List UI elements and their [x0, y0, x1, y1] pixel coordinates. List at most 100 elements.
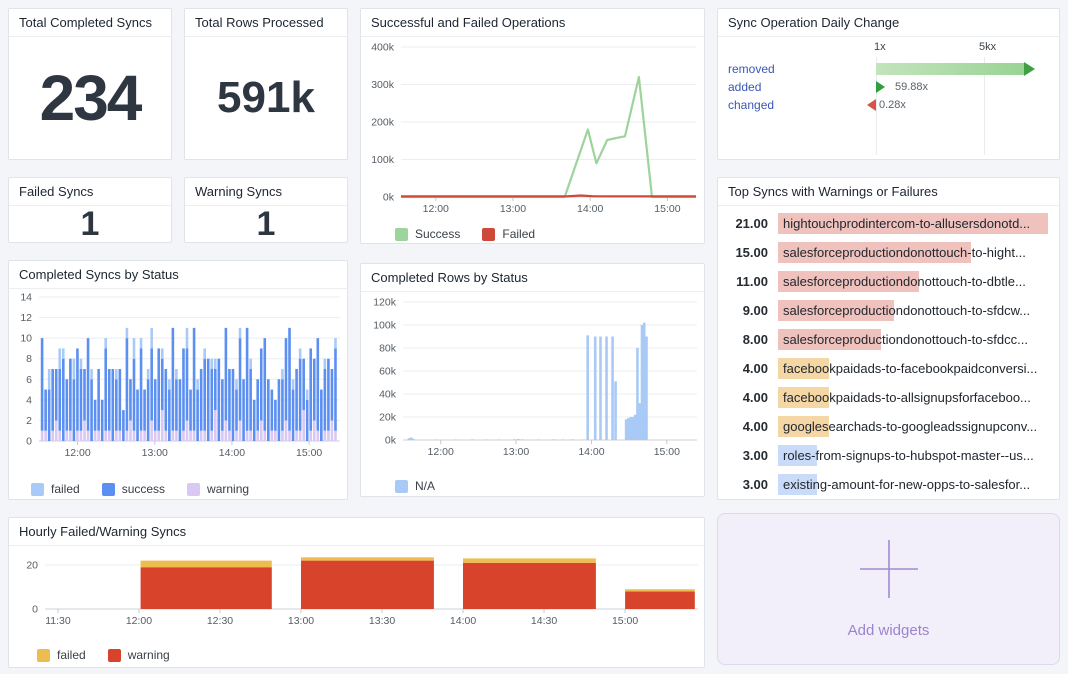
panel-completed-rows-by-status: Completed Rows by Status 0k20k40k60k80k1… — [360, 263, 705, 497]
panel-title[interactable]: Failed Syncs — [9, 178, 171, 206]
svg-text:20k: 20k — [379, 412, 397, 424]
sync-bar-cell: googlesearchads-to-googleadssignupconv..… — [778, 416, 1059, 437]
svg-text:400k: 400k — [371, 42, 395, 54]
syncs-by-status-bar-chart: 0246810121412:0013:0014:0015:00 — [9, 289, 347, 473]
svg-text:15:00: 15:00 — [296, 447, 322, 459]
panel-total-rows-processed: Total Rows Processed 591k — [184, 8, 348, 160]
svg-text:120k: 120k — [373, 297, 397, 309]
legend-swatch — [108, 649, 121, 662]
legend-label: Success — [415, 227, 460, 241]
svg-text:10: 10 — [20, 333, 32, 345]
panel-title[interactable]: Completed Rows by Status — [361, 264, 704, 292]
legend-item-success[interactable]: Success — [395, 227, 460, 241]
panel-title[interactable]: Sync Operation Daily Change — [718, 9, 1059, 37]
svg-text:2: 2 — [26, 415, 32, 427]
sync-name: googlesearchads-to-googleadssignupconv..… — [778, 416, 1059, 437]
legend-label: failed — [51, 482, 80, 496]
panel-title[interactable]: Successful and Failed Operations — [361, 9, 704, 37]
svg-text:12:00: 12:00 — [428, 446, 454, 458]
panel-title[interactable]: Completed Syncs by Status — [9, 261, 347, 289]
svg-text:0: 0 — [26, 436, 32, 448]
legend-item-failed[interactable]: Failed — [482, 227, 535, 241]
svg-text:0k: 0k — [383, 192, 395, 204]
panel-warning-syncs: Warning Syncs 1 — [184, 177, 348, 243]
sync-name: salesforceproductiondonottouch-to-dbtle.… — [778, 271, 1059, 292]
svg-text:14:00: 14:00 — [577, 203, 603, 215]
stat-value: 1 — [185, 206, 347, 243]
legend-label: N/A — [415, 479, 435, 493]
svg-text:15:00: 15:00 — [654, 446, 680, 458]
sync-bar-cell: salesforceproductiondonottouch-to-dbtle.… — [778, 271, 1059, 292]
stat-value: 591k — [185, 37, 347, 159]
axis-label-5kx: 5kx — [979, 41, 996, 53]
sync-bar-cell: salesforceproductiondonottouch-to-sfdcw.… — [778, 300, 1059, 321]
svg-text:12:00: 12:00 — [126, 615, 152, 627]
chart-legend: failed warning — [37, 648, 704, 662]
svg-text:80k: 80k — [379, 343, 397, 355]
legend-swatch — [395, 228, 408, 241]
sync-name: salesforceproductiondonottouch-to-sfdcc.… — [778, 329, 1059, 350]
svg-text:15:00: 15:00 — [612, 615, 638, 627]
panel-title[interactable]: Top Syncs with Warnings or Failures — [718, 178, 1059, 206]
panel-title[interactable]: Total Completed Syncs — [9, 9, 171, 37]
chart-legend: N/A — [395, 479, 704, 493]
sync-bar-cell: salesforceproductiondonottouch-to-sfdcc.… — [778, 329, 1059, 350]
row-label-changed: changed — [728, 97, 774, 113]
svg-text:13:00: 13:00 — [288, 615, 314, 627]
list-item: 21.00hightouchprodintercom-to-allusersdo… — [718, 209, 1059, 238]
svg-text:200k: 200k — [371, 117, 395, 129]
legend-label: Failed — [502, 227, 535, 241]
list-item: 4.00googlesearchads-to-googleadssignupco… — [718, 412, 1059, 441]
sync-name: facebookpaidads-to-allsignupsforfaceboo.… — [778, 387, 1059, 408]
svg-text:13:00: 13:00 — [500, 203, 526, 215]
legend-label: warning — [207, 482, 249, 496]
svg-text:13:30: 13:30 — [369, 615, 395, 627]
legend-swatch — [31, 483, 44, 496]
sync-bar-cell: hightouchprodintercom-to-allusersdonotd.… — [778, 213, 1059, 234]
removed-range-bar — [876, 63, 1024, 75]
svg-text:6: 6 — [26, 374, 32, 386]
panel-title[interactable]: Hourly Failed/Warning Syncs — [9, 518, 704, 546]
changed-value: 0.28x — [879, 99, 906, 111]
add-widgets-button[interactable]: Add widgets — [717, 513, 1060, 665]
add-widgets-label: Add widgets — [848, 622, 930, 639]
svg-text:12:30: 12:30 — [207, 615, 233, 627]
legend-item-success[interactable]: success — [102, 482, 165, 496]
daily-change-body: 1x 5kx removed added 59.88x changed 0.28… — [718, 37, 1059, 160]
svg-text:12:00: 12:00 — [64, 447, 90, 459]
legend-item-failed[interactable]: failed — [37, 648, 86, 662]
sync-count: 4.00 — [718, 390, 768, 405]
panel-top-syncs: Top Syncs with Warnings or Failures 21.0… — [717, 177, 1060, 500]
legend-item-warning[interactable]: warning — [187, 482, 249, 496]
panel-hourly-failed-warning-syncs: Hourly Failed/Warning Syncs 02011:3012:0… — [8, 517, 705, 668]
legend-swatch — [395, 480, 408, 493]
panel-completed-syncs-by-status: Completed Syncs by Status 0246810121412:… — [8, 260, 348, 500]
legend-swatch — [187, 483, 200, 496]
panel-title[interactable]: Warning Syncs — [185, 178, 347, 206]
svg-text:12: 12 — [20, 312, 32, 324]
legend-item-warning[interactable]: warning — [108, 648, 170, 662]
removed-arrow-icon — [1024, 62, 1035, 76]
hourly-stacked-bar-chart: 02011:3012:0012:3013:0013:3014:0014:3015… — [9, 546, 704, 640]
svg-text:14:00: 14:00 — [578, 446, 604, 458]
sync-bar-cell: existing-amount-for-new-opps-to-salesfor… — [778, 474, 1059, 495]
panel-total-completed-syncs: Total Completed Syncs 234 — [8, 8, 172, 160]
svg-text:20: 20 — [26, 560, 38, 572]
panel-title[interactable]: Total Rows Processed — [185, 9, 347, 37]
list-item: 4.00 facebookpaidads-to-allsignupsforface… — [718, 383, 1059, 412]
svg-text:8: 8 — [26, 353, 32, 365]
svg-text:14: 14 — [20, 292, 32, 304]
svg-text:12:00: 12:00 — [423, 203, 449, 215]
sync-count: 8.00 — [718, 332, 768, 347]
svg-text:13:00: 13:00 — [503, 446, 529, 458]
sync-count: 9.00 — [718, 303, 768, 318]
list-item: 4.00facebookpaidads-to-facebookpaidconve… — [718, 354, 1059, 383]
sync-name: salesforceproductiondonottouch-to-hight.… — [778, 242, 1059, 263]
legend-item-na[interactable]: N/A — [395, 479, 435, 493]
row-label-added: added — [728, 79, 761, 95]
list-item: 8.00 salesforceproductiondonottouch-to-sf… — [718, 325, 1059, 354]
stat-value: 234 — [9, 37, 171, 159]
legend-item-failed[interactable]: failed — [31, 482, 80, 496]
legend-swatch — [482, 228, 495, 241]
sync-name: roles-from-signups-to-hubspot-master--us… — [778, 445, 1059, 466]
